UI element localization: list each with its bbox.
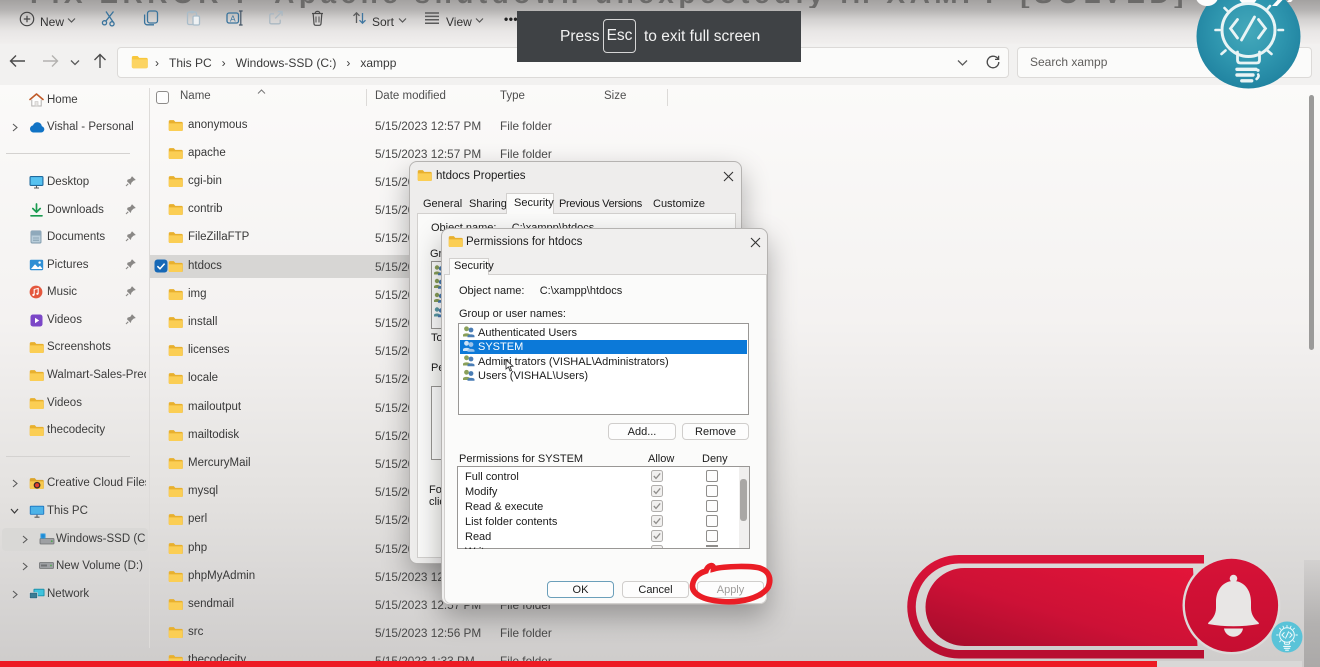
svg-text:A: A — [230, 13, 236, 23]
